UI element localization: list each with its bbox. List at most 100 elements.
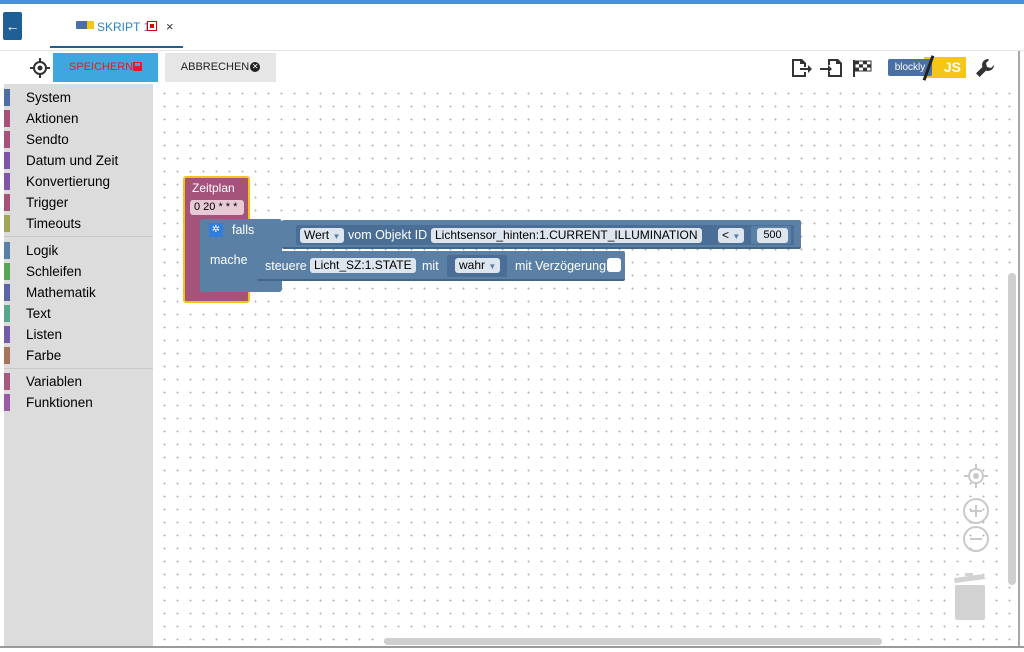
category-color (4, 173, 10, 190)
category-label: Listen (26, 327, 63, 342)
with-label: mit (422, 259, 439, 273)
chevron-down-icon: ▼ (488, 262, 497, 271)
value-dropdown[interactable]: Wert ▼ (300, 228, 345, 243)
category-system[interactable]: System (4, 87, 153, 107)
do-label: mache (210, 253, 248, 267)
value-dropdown-label: Wert (304, 228, 330, 242)
back-arrow-icon[interactable]: ← (3, 12, 22, 40)
category-konvertierung[interactable]: Konvertierung (4, 171, 153, 191)
save-label: SPEICHERN (68, 61, 134, 73)
blockly-js-toggle[interactable]: JS blockly (888, 55, 966, 81)
category-color (4, 373, 10, 390)
category-color (4, 215, 10, 232)
category-color (4, 194, 10, 211)
center-icon[interactable] (963, 463, 989, 489)
category-color (4, 152, 10, 169)
cron-field[interactable]: 0 20 * * * (190, 200, 244, 215)
checkered-flag-icon[interactable] (851, 57, 873, 79)
delay-checkbox[interactable] (607, 258, 621, 272)
category-logik[interactable]: Logik (4, 240, 153, 260)
category-listen[interactable]: Listen (4, 324, 153, 344)
category-color (4, 347, 10, 364)
blockly-workspace[interactable] (153, 84, 1018, 646)
operator-label: < (722, 228, 730, 242)
category-sendto[interactable]: Sendto (4, 129, 153, 149)
category-aktionen[interactable]: Aktionen (4, 108, 153, 128)
category-color (4, 242, 10, 259)
wrench-icon[interactable] (974, 57, 996, 79)
category-label: System (26, 90, 72, 105)
category-label: Timeouts (26, 216, 82, 231)
trash-icon[interactable] (952, 572, 988, 622)
category-separator (4, 236, 153, 237)
boolean-label: wahr (459, 258, 486, 272)
category-label: Mathematik (26, 285, 96, 300)
category-label: Variablen (26, 374, 83, 389)
number-field[interactable]: 500 (757, 228, 788, 243)
stop-icon (147, 21, 157, 31)
tab-script[interactable]: SKRIPT 1 × (50, 10, 183, 48)
category-separator (4, 368, 153, 369)
control-label: steuere (265, 259, 307, 273)
crosshair-icon[interactable] (30, 58, 50, 78)
category-color (4, 326, 10, 343)
operator-dropdown[interactable]: < ▼ (718, 228, 745, 243)
cancel-button[interactable]: ABBRECHEN ✕ (165, 53, 276, 82)
cancel-label: ABBRECHEN (180, 61, 250, 73)
category-funktionen[interactable]: Funktionen (4, 392, 153, 412)
category-label: Funktionen (26, 395, 93, 410)
category-color (4, 263, 10, 280)
category-label: Logik (26, 243, 59, 258)
category-datum-und-zeit[interactable]: Datum und Zeit (4, 150, 153, 170)
boolean-dropdown[interactable]: wahr ▼ (455, 258, 501, 273)
from-object-label: vom Objekt ID (348, 228, 428, 242)
category-label: Schleifen (26, 264, 82, 279)
tab-label: SKRIPT 1 (97, 20, 151, 34)
category-label: Konvertierung (26, 174, 111, 189)
close-icon[interactable]: × (166, 19, 174, 34)
gear-icon[interactable]: ✲ (209, 223, 223, 237)
category-schleifen[interactable]: Schleifen (4, 261, 153, 281)
zoom-in-icon[interactable] (963, 498, 989, 524)
category-color (4, 394, 10, 411)
category-label: Farbe (26, 348, 62, 363)
category-color (4, 110, 10, 127)
floppy-icon (133, 62, 143, 71)
category-color (4, 131, 10, 148)
chevron-down-icon: ▼ (332, 232, 341, 241)
chevron-down-icon: ▼ (732, 232, 741, 241)
category-mathematik[interactable]: Mathematik (4, 282, 153, 302)
control-object-id-field[interactable]: Licht_SZ:1.STATE (310, 258, 416, 273)
vertical-scrollbar[interactable] (1008, 273, 1016, 585)
category-color (4, 284, 10, 301)
delay-label: mit Verzögerung (515, 259, 607, 273)
category-label: Sendto (26, 132, 69, 147)
category-variablen[interactable]: Variablen (4, 371, 153, 391)
object-id-field[interactable]: Lichtsensor_hinten:1.CURRENT_ILLUMINATIO… (431, 228, 702, 243)
horizontal-scrollbar[interactable] (384, 638, 882, 645)
category-timeouts[interactable]: Timeouts (4, 213, 153, 233)
zoom-out-icon[interactable] (963, 526, 989, 552)
category-label: Aktionen (26, 111, 79, 126)
blockly-tab-icon (76, 21, 94, 29)
cancel-x-icon: ✕ (250, 62, 261, 73)
minus-glyph (970, 538, 982, 540)
category-text[interactable]: Text (4, 303, 153, 323)
workspace-right-border (1018, 51, 1020, 646)
import-icon[interactable] (820, 57, 842, 79)
toolbox-sidebar: System Aktionen Sendto Datum und Zeit Ko… (4, 84, 153, 646)
export-icon[interactable] (790, 57, 812, 79)
category-label: Datum und Zeit (26, 153, 119, 168)
plus-glyph (970, 505, 982, 517)
schedule-title: Zeitplan (192, 181, 235, 195)
header-divider (0, 50, 1024, 51)
category-trigger[interactable]: Trigger (4, 192, 153, 212)
category-label: Text (26, 306, 51, 321)
if-label: falls (232, 223, 255, 237)
category-color (4, 305, 10, 322)
category-color (4, 89, 10, 106)
category-farbe[interactable]: Farbe (4, 345, 153, 365)
window-bottom-border (0, 646, 1024, 652)
category-label: Trigger (26, 195, 69, 210)
save-button[interactable]: SPEICHERN (53, 53, 158, 82)
